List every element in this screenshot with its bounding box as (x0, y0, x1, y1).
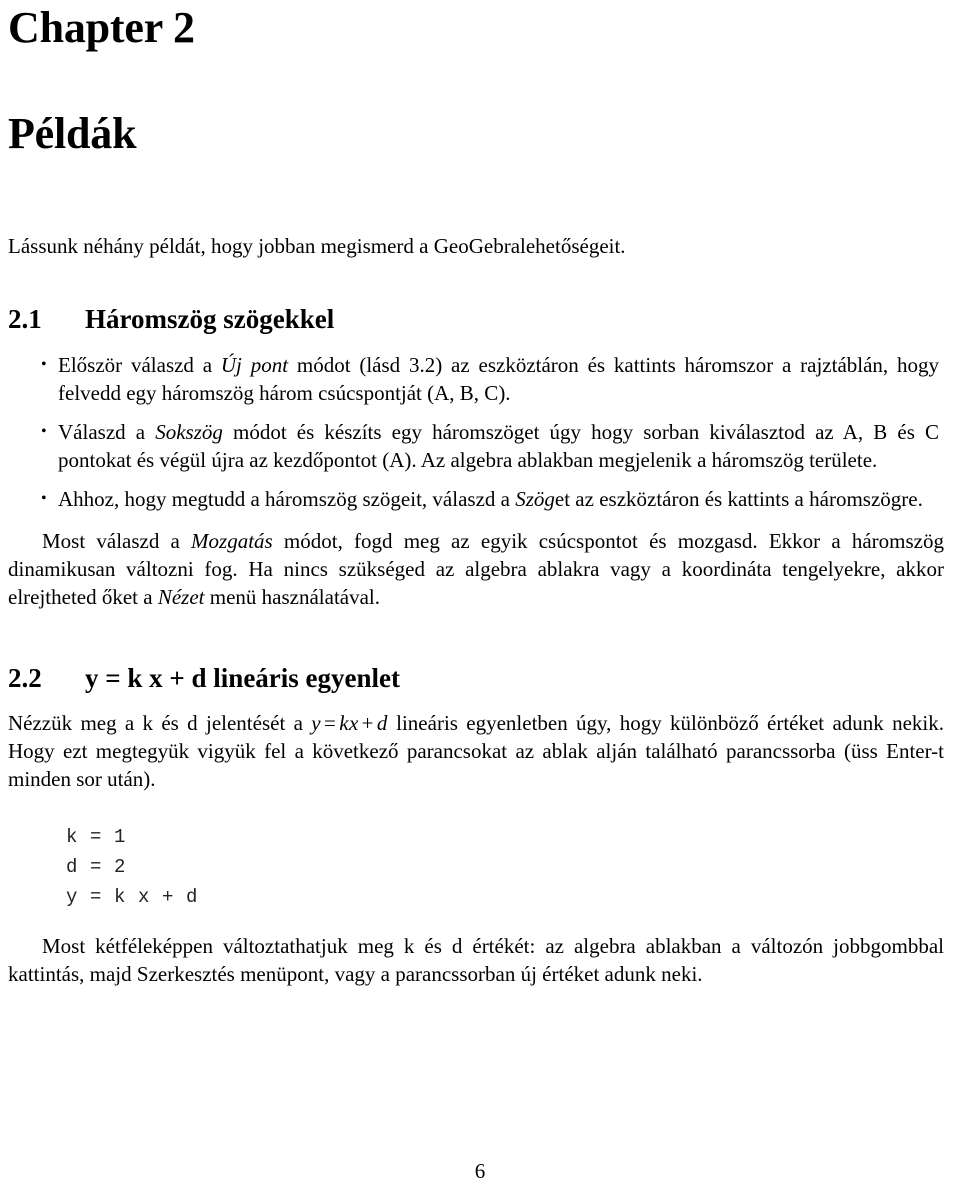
bullet-emphasis: Szög (515, 486, 555, 511)
inline-math-linear-equation: y = kx + d (311, 711, 388, 735)
section-heading-2-2: 2.2 y = k x + d lineáris egyenlet (8, 611, 946, 692)
bullet-text-part1: Ahhoz, hogy megtudd a háromszög szögeit,… (58, 486, 516, 511)
math-plus-sign: + (361, 710, 374, 735)
math-lhs: y (311, 710, 321, 735)
command-code-block: k = 1 d = 2 y = k x + d (66, 826, 199, 909)
bullet-dot-icon: • (41, 422, 47, 440)
bullet-dot-icon: • (41, 355, 47, 373)
list-item: • Először válaszd a Új pont módot (lásd 3… (8, 351, 946, 407)
chapter-title: Példák (8, 109, 137, 158)
document-page: Chapter 2 Példák Lássunk néhány példát, … (0, 0, 960, 1200)
paragraph-nezzuk: Nézzük meg a k és d jelentését a y = kx + d … (8, 692, 946, 793)
math-equals-sign: = (323, 710, 337, 735)
section-title: Háromszög szögekkel (85, 303, 335, 334)
paragraph-part1: Nézzük meg a k és d jelentését a (8, 710, 312, 735)
page-number: 6 (474, 1159, 486, 1183)
section-title: y = k x + d lineáris egyenlet (85, 662, 401, 693)
bullet-emphasis: Sokszög (155, 419, 223, 444)
paragraph-emphasis-mozgatas: Mozgatás (191, 528, 273, 553)
bullet-dot-icon: • (41, 489, 47, 507)
list-item: • Válaszd a Sokszög módot és készíts egy … (8, 418, 946, 474)
bullet-text-part2: et az eszköztáron és kattints a háromszö… (554, 486, 923, 511)
instruction-bullet-list: • Először válaszd a Új pont módot (lásd 3… (8, 333, 946, 513)
section-number: 2.1 (8, 303, 42, 334)
chapter-number: Chapter 2 (8, 3, 195, 52)
bullet-emphasis: Új pont (220, 352, 289, 377)
paragraph-mozgatas: Most válaszd a Mozgatás módot, fogd meg … (8, 513, 946, 611)
paragraph-part3: menü használatával. (204, 584, 381, 609)
math-term-d: d (376, 710, 388, 735)
intro-paragraph: Lássunk néhány példát, hogy jobban megis… (8, 234, 626, 258)
paragraph-emphasis-nezet: Nézet (157, 584, 205, 609)
math-term-kx: kx (339, 710, 359, 735)
paragraph-part1: Most válaszd a (42, 528, 192, 553)
list-item: • Ahhoz, hogy megtudd a háromszög szögeit… (8, 485, 946, 513)
bullet-text-part1: Először válaszd a (58, 352, 221, 377)
section-number: 2.2 (8, 662, 42, 693)
section-heading-2-1: 2.1 Háromszög szögekkel (8, 261, 946, 333)
bullet-text-part1: Válaszd a (58, 419, 156, 444)
paragraph-most: Most kétféleképpen változtathatjuk meg k… (8, 934, 944, 987)
